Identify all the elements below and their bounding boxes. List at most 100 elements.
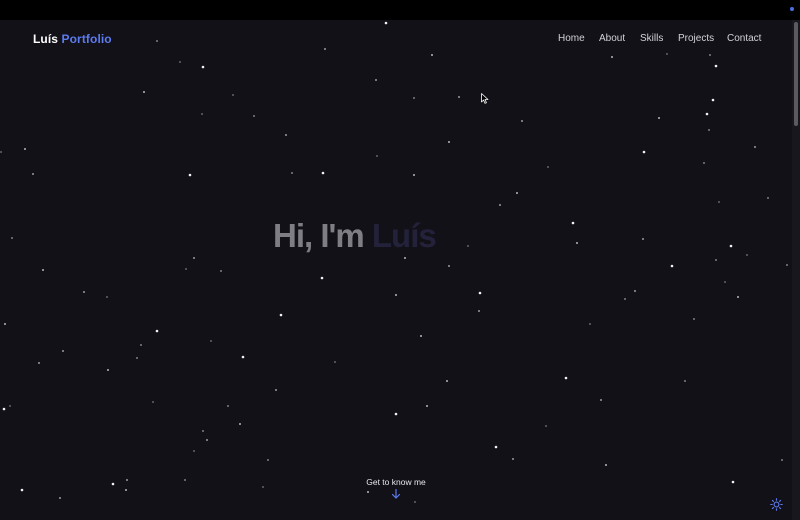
hero-greeting: Hi, I'm [273,217,365,254]
star [227,405,229,407]
star [193,450,195,452]
star [605,464,607,466]
star [718,201,720,203]
starfield-background [0,21,788,503]
star [220,270,222,272]
mouse-cursor-icon [481,93,489,104]
star [576,242,578,244]
star [291,172,293,174]
star [20,488,24,492]
star [111,482,115,486]
star [279,313,283,317]
star [703,162,705,164]
star [202,430,204,432]
star [754,146,756,148]
star [106,296,108,298]
star [375,79,377,81]
star [125,489,127,491]
star [4,323,6,325]
star [458,96,460,98]
star [642,238,644,240]
star [2,407,6,411]
star [253,115,255,117]
star [731,480,735,484]
star [62,350,64,352]
star [210,340,212,342]
star [420,335,422,337]
star [547,166,549,168]
star [715,259,717,261]
star [781,459,783,461]
star [414,501,416,503]
arrow-down-icon [391,489,401,499]
hero-name: Luís [371,217,437,254]
star [693,318,695,320]
brand-logo[interactable]: Luís Portfolio [33,32,112,46]
star [467,245,469,247]
star [42,269,44,271]
star [737,296,739,298]
star [267,459,269,461]
page-viewport: Luís Portfolio Home About Skills Project… [0,20,792,520]
star [478,310,480,312]
star [11,237,13,239]
nav-link-contact[interactable]: Contact [727,33,761,44]
star [193,257,195,259]
star [589,323,591,325]
star [413,97,415,99]
star [413,174,415,176]
star [38,362,40,364]
star [126,479,128,481]
star [184,479,186,481]
star [376,155,378,157]
star [201,113,203,115]
nav-link-skills[interactable]: Skills [640,33,663,44]
nav-link-home[interactable]: Home [558,33,585,44]
star [239,423,241,425]
star [767,197,769,199]
star [448,265,450,267]
star [334,361,336,363]
star [394,412,398,416]
brand-accent: Portfolio [61,32,112,46]
nav-link-projects[interactable]: Projects [678,33,714,44]
star [143,91,145,93]
star [729,244,733,248]
star [478,291,482,295]
star [724,281,726,283]
star [275,389,277,391]
star [448,141,450,143]
star [321,171,325,175]
star [262,486,264,488]
nav-link-about[interactable]: About [599,33,625,44]
star [83,291,85,293]
star [140,344,142,346]
star [206,439,208,441]
star [320,276,324,280]
indicator-dot [790,7,794,11]
star [642,150,646,154]
star [545,425,547,427]
scrollbar-thumb[interactable] [794,22,798,126]
cta-label: Get to know me [366,477,426,487]
star [0,151,2,153]
star [600,399,602,401]
star [564,376,568,380]
star [714,64,718,68]
scrollbar[interactable] [792,20,800,520]
star [404,257,406,259]
get-to-know-me-button[interactable]: Get to know me [346,477,446,499]
star [241,355,245,359]
star [446,380,448,382]
star [786,264,788,266]
star [185,268,187,270]
star [499,204,501,206]
browser-top-bar [0,0,800,20]
star [155,329,159,333]
sun-icon[interactable] [770,498,783,511]
star [521,120,523,122]
brand-name: Luís [33,32,59,46]
star [59,497,61,499]
star [670,264,674,268]
star [201,65,205,69]
